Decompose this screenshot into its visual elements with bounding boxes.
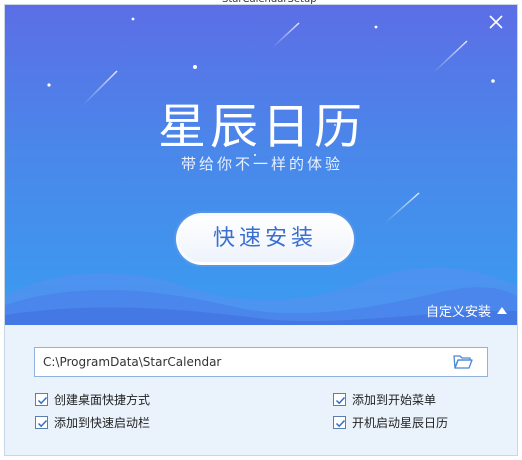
installer-window: 星辰日历 带给你不一样的体验 快速安装 自定义安装 创建桌面快捷方式 添 <box>4 4 518 456</box>
app-title: 星辰日历 <box>157 99 366 155</box>
option-label: 创建桌面快捷方式 <box>54 393 151 407</box>
folder-open-icon[interactable] <box>453 353 473 371</box>
custom-install-label: 自定义安装 <box>425 305 491 320</box>
checkbox-checked-icon[interactable] <box>35 416 48 429</box>
checkbox-checked-icon[interactable] <box>333 393 346 406</box>
hero-banner: 星辰日历 带给你不一样的体验 快速安装 自定义安装 <box>5 5 517 325</box>
option-desktop-shortcut[interactable]: 创建桌面快捷方式 <box>35 391 150 408</box>
option-label: 开机启动星辰日历 <box>352 416 449 430</box>
option-start-menu[interactable]: 添加到开始菜单 <box>333 391 436 408</box>
option-autostart[interactable]: 开机启动星辰日历 <box>333 414 448 431</box>
custom-install-toggle[interactable]: 自定义安装 <box>426 301 507 320</box>
custom-install-panel: 创建桌面快捷方式 添加到开始菜单 添加到快速启动栏 开机启动星辰日历 <box>5 325 517 455</box>
option-label: 添加到快速启动栏 <box>54 416 151 430</box>
install-path-input[interactable] <box>43 348 443 376</box>
caret-up-icon <box>497 307 507 314</box>
close-icon <box>489 15 503 29</box>
app-subtitle: 带给你不一样的体验 <box>180 155 343 173</box>
checkbox-checked-icon[interactable] <box>35 393 48 406</box>
option-label: 添加到开始菜单 <box>352 393 437 407</box>
close-button[interactable] <box>485 11 507 33</box>
option-quick-launch[interactable]: 添加到快速启动栏 <box>35 414 150 431</box>
quick-install-button[interactable]: 快速安装 <box>176 213 354 265</box>
install-path-field[interactable] <box>34 347 488 377</box>
checkbox-checked-icon[interactable] <box>333 416 346 429</box>
